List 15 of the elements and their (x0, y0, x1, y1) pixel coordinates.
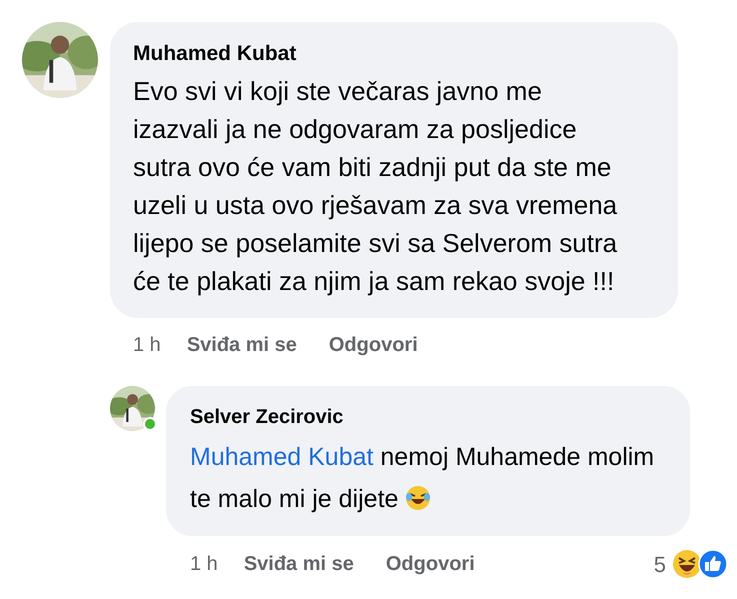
reply-link[interactable]: Odgovori (386, 549, 475, 579)
comment-time: 1 h (133, 332, 161, 358)
comment-author[interactable]: Muhamed Kubat (133, 38, 655, 70)
reply-author[interactable]: Selver Zecirovic (190, 402, 666, 432)
comment-time: 1 h (190, 552, 218, 577)
reaction-count: 5 (654, 550, 666, 578)
comment-text: Evo svi vi koji ste večaras javno me izazvali ja ne odgovaram za posljedice sutra ovo će vam biti zadnji put da ste me uzeli u usta ovo rješavam za sva vremena lijepo se poselamite svi sa Selverom sutra će te plakati za njim ja sam rekao svoje !!! (133, 74, 618, 298)
like-link[interactable]: Sviđa mi se (244, 549, 354, 579)
mention-link[interactable]: Muhamed Kubat (190, 442, 374, 470)
reply-text: Muhamed Kubat nemoj Muhamede molim te malo mi je dijete (190, 442, 656, 514)
like-icon (698, 549, 728, 579)
laughing-face-icon (672, 549, 702, 579)
laughing-face-icon (405, 484, 432, 510)
like-link[interactable]: Sviđa mi se (186, 330, 297, 360)
reply-link[interactable]: Odgovori (328, 330, 418, 360)
